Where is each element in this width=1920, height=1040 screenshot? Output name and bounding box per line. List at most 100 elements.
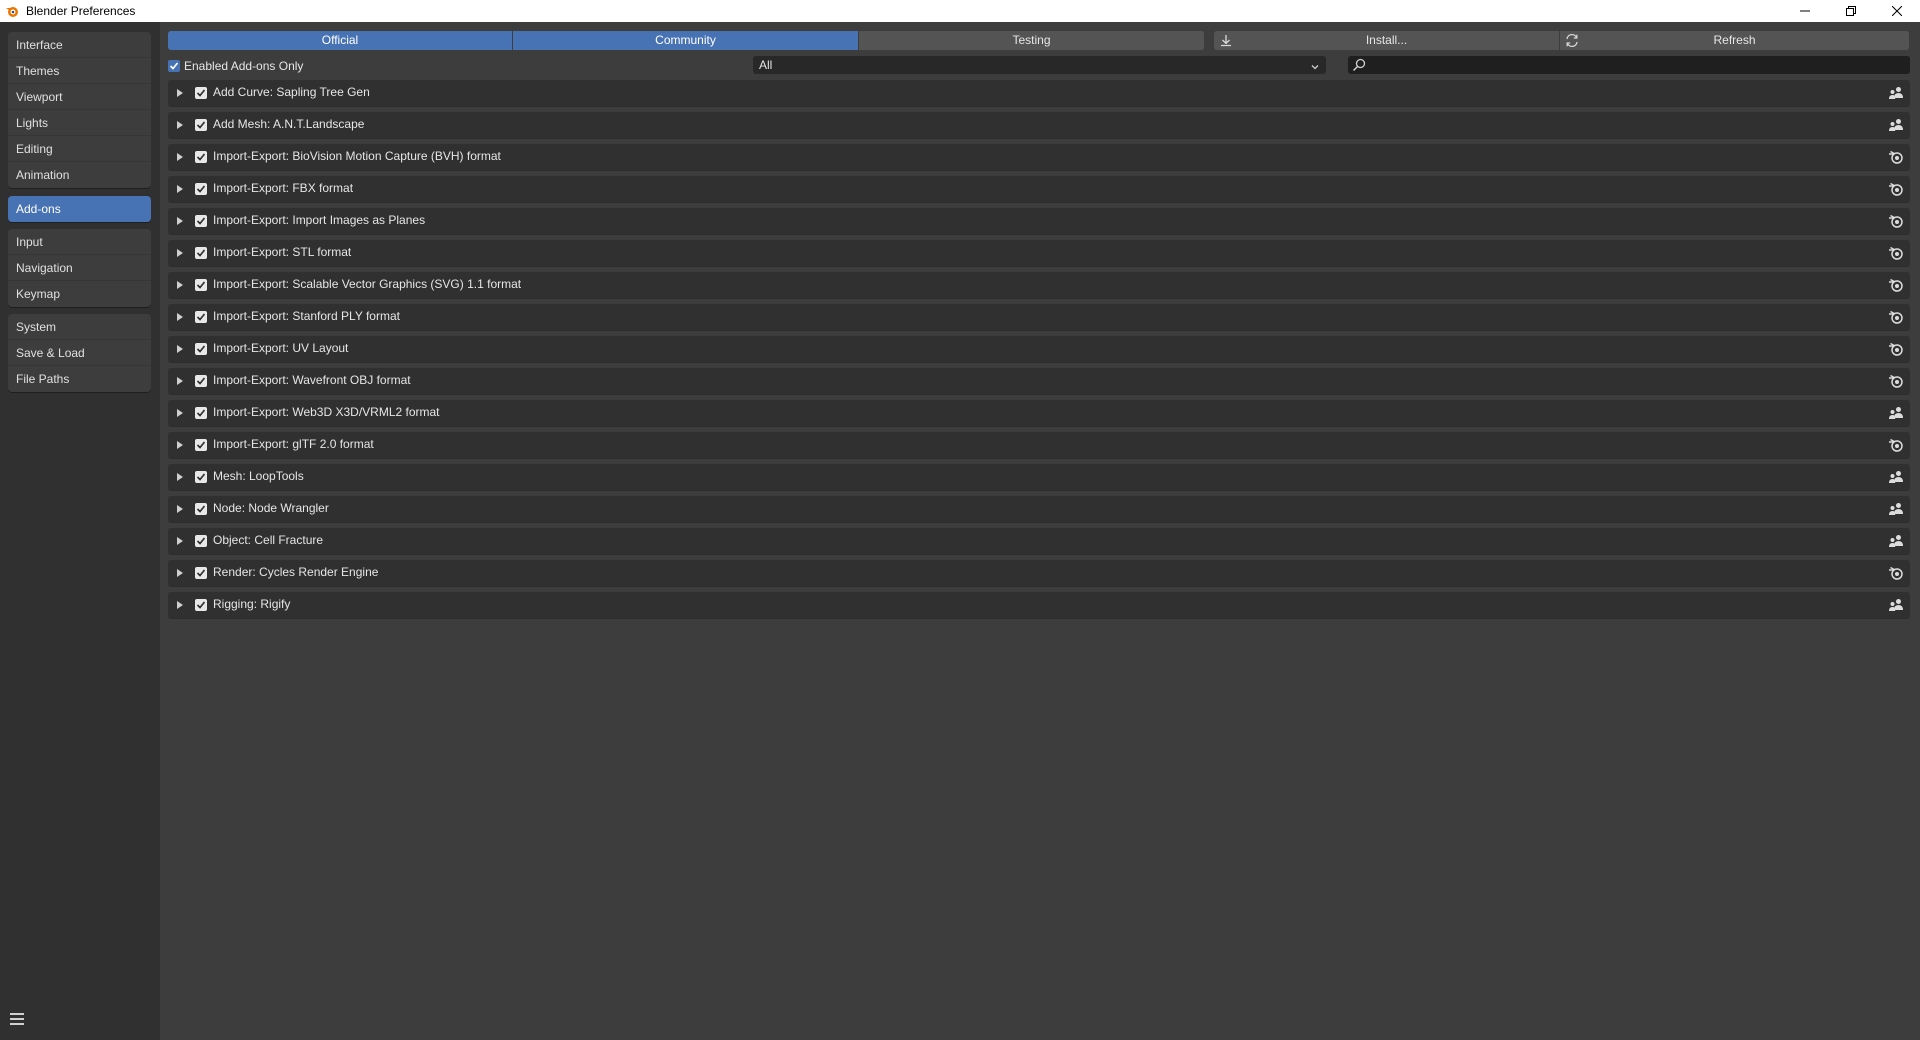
- checkmark-icon: [169, 62, 179, 70]
- sidebar-item-lights[interactable]: Lights: [8, 110, 151, 136]
- sidebar-item-navigation[interactable]: Navigation: [8, 255, 151, 281]
- addon-row[interactable]: Import-Export: STL format: [168, 240, 1910, 266]
- addon-row[interactable]: Mesh: LoopTools: [168, 464, 1910, 490]
- restore-button[interactable]: [1828, 0, 1874, 22]
- sidebar-item-editing[interactable]: Editing: [8, 136, 151, 162]
- addon-enable-checkbox[interactable]: [195, 247, 207, 259]
- addon-enable-checkbox[interactable]: [195, 375, 207, 387]
- window-title: Blender Preferences: [26, 4, 136, 18]
- addon-enable-checkbox[interactable]: [195, 183, 207, 195]
- addon-row[interactable]: Import-Export: UV Layout: [168, 336, 1910, 362]
- expand-arrow-icon[interactable]: [177, 409, 183, 417]
- expand-arrow-icon[interactable]: [177, 153, 183, 161]
- addon-enable-checkbox[interactable]: [195, 407, 207, 419]
- tab-community[interactable]: Community: [513, 31, 859, 50]
- enabled-only-label: Enabled Add-ons Only: [184, 59, 304, 73]
- sidebar-item-viewport[interactable]: Viewport: [8, 84, 151, 110]
- expand-arrow-icon[interactable]: [177, 281, 183, 289]
- enabled-only-toggle[interactable]: Enabled Add-ons Only: [168, 59, 303, 73]
- expand-arrow-icon[interactable]: [177, 601, 183, 609]
- enabled-only-checkbox[interactable]: [168, 60, 180, 72]
- addon-row[interactable]: Rigging: Rigify: [168, 592, 1910, 618]
- addon-name: Add Curve: Sapling Tree Gen: [213, 85, 370, 99]
- blender-official-icon: [1888, 213, 1904, 229]
- addon-enable-checkbox[interactable]: [195, 471, 207, 483]
- expand-arrow-icon[interactable]: [177, 441, 183, 449]
- checkmark-icon: [196, 569, 206, 577]
- sidebar-item-file-paths[interactable]: File Paths: [8, 366, 151, 392]
- expand-arrow-icon[interactable]: [177, 185, 183, 193]
- sidebar-item-keymap[interactable]: Keymap: [8, 281, 151, 307]
- addon-enable-checkbox[interactable]: [195, 151, 207, 163]
- addon-enable-checkbox[interactable]: [195, 311, 207, 323]
- addon-row[interactable]: Import-Export: Scalable Vector Graphics …: [168, 272, 1910, 298]
- addon-name: Mesh: LoopTools: [213, 469, 304, 483]
- addon-row[interactable]: Import-Export: Import Images as Planes: [168, 208, 1910, 234]
- expand-arrow-icon[interactable]: [177, 505, 183, 513]
- refresh-button[interactable]: Refresh: [1560, 31, 1910, 50]
- nav-group-system: System Save & Load File Paths: [8, 314, 151, 392]
- expand-arrow-icon[interactable]: [177, 121, 183, 129]
- addon-row[interactable]: Import-Export: FBX format: [168, 176, 1910, 202]
- expand-arrow-icon[interactable]: [177, 377, 183, 385]
- community-icon: [1888, 469, 1904, 485]
- addon-enable-checkbox[interactable]: [195, 279, 207, 291]
- sidebar-item-interface[interactable]: Interface: [8, 32, 151, 58]
- addon-name: Import-Export: Import Images as Planes: [213, 213, 426, 227]
- addon-enable-checkbox[interactable]: [195, 215, 207, 227]
- checkmark-icon: [196, 377, 206, 385]
- addon-row[interactable]: Add Mesh: A.N.T.Landscape: [168, 112, 1910, 138]
- sidebar-item-input[interactable]: Input: [8, 229, 151, 255]
- addon-row[interactable]: Import-Export: Stanford PLY format: [168, 304, 1910, 330]
- expand-arrow-icon[interactable]: [177, 537, 183, 545]
- addon-enable-checkbox[interactable]: [195, 87, 207, 99]
- addon-enable-checkbox[interactable]: [195, 503, 207, 515]
- expand-arrow-icon[interactable]: [177, 473, 183, 481]
- addon-toolbar: Official Community Testing Install... Re…: [168, 31, 1910, 50]
- expand-arrow-icon[interactable]: [177, 249, 183, 257]
- addon-row[interactable]: Import-Export: BioVision Motion Capture …: [168, 144, 1910, 170]
- close-button[interactable]: [1874, 0, 1920, 22]
- addon-row[interactable]: Object: Cell Fracture: [168, 528, 1910, 554]
- search-input[interactable]: [1348, 56, 1910, 74]
- nav-group-addons: Add-ons: [8, 196, 151, 222]
- install-button[interactable]: Install...: [1214, 31, 1560, 50]
- addon-enable-checkbox[interactable]: [195, 567, 207, 579]
- tab-testing[interactable]: Testing: [859, 31, 1205, 50]
- category-dropdown[interactable]: All: [753, 56, 1326, 74]
- addon-row[interactable]: Import-Export: Wavefront OBJ format: [168, 368, 1910, 394]
- tab-official[interactable]: Official: [168, 31, 513, 50]
- addon-enable-checkbox[interactable]: [195, 439, 207, 451]
- expand-arrow-icon[interactable]: [177, 89, 183, 97]
- hamburger-menu-icon[interactable]: [10, 1013, 26, 1027]
- addon-row[interactable]: Import-Export: glTF 2.0 format: [168, 432, 1910, 458]
- expand-arrow-icon[interactable]: [177, 313, 183, 321]
- checkmark-icon: [196, 185, 206, 193]
- addon-name: Object: Cell Fracture: [213, 533, 324, 547]
- sidebar-item-animation[interactable]: Animation: [8, 162, 151, 188]
- sidebar-item-themes[interactable]: Themes: [8, 58, 151, 84]
- addon-enable-checkbox[interactable]: [195, 343, 207, 355]
- expand-arrow-icon[interactable]: [177, 217, 183, 225]
- refresh-label: Refresh: [1713, 33, 1756, 47]
- sidebar-item-system[interactable]: System: [8, 314, 151, 340]
- addon-enable-checkbox[interactable]: [195, 119, 207, 131]
- addon-name: Import-Export: FBX format: [213, 181, 354, 195]
- addon-row[interactable]: Import-Export: Web3D X3D/VRML2 format: [168, 400, 1910, 426]
- chevron-down-icon: [1310, 59, 1320, 77]
- preferences-sidebar: Interface Themes Viewport Lights Editing…: [0, 22, 160, 1040]
- download-icon: [1218, 33, 1234, 48]
- community-icon: [1888, 597, 1904, 613]
- minimize-button[interactable]: [1782, 0, 1828, 22]
- addon-enable-checkbox[interactable]: [195, 599, 207, 611]
- addon-enable-checkbox[interactable]: [195, 535, 207, 547]
- addon-row[interactable]: Add Curve: Sapling Tree Gen: [168, 80, 1910, 106]
- expand-arrow-icon[interactable]: [177, 345, 183, 353]
- addon-name: Import-Export: BioVision Motion Capture …: [213, 149, 501, 163]
- addon-row[interactable]: Render: Cycles Render Engine: [168, 560, 1910, 586]
- sidebar-item-addons[interactable]: Add-ons: [8, 196, 151, 222]
- sidebar-item-save-load[interactable]: Save & Load: [8, 340, 151, 366]
- window-titlebar: Blender Preferences: [0, 0, 1920, 22]
- addon-row[interactable]: Node: Node Wrangler: [168, 496, 1910, 522]
- expand-arrow-icon[interactable]: [177, 569, 183, 577]
